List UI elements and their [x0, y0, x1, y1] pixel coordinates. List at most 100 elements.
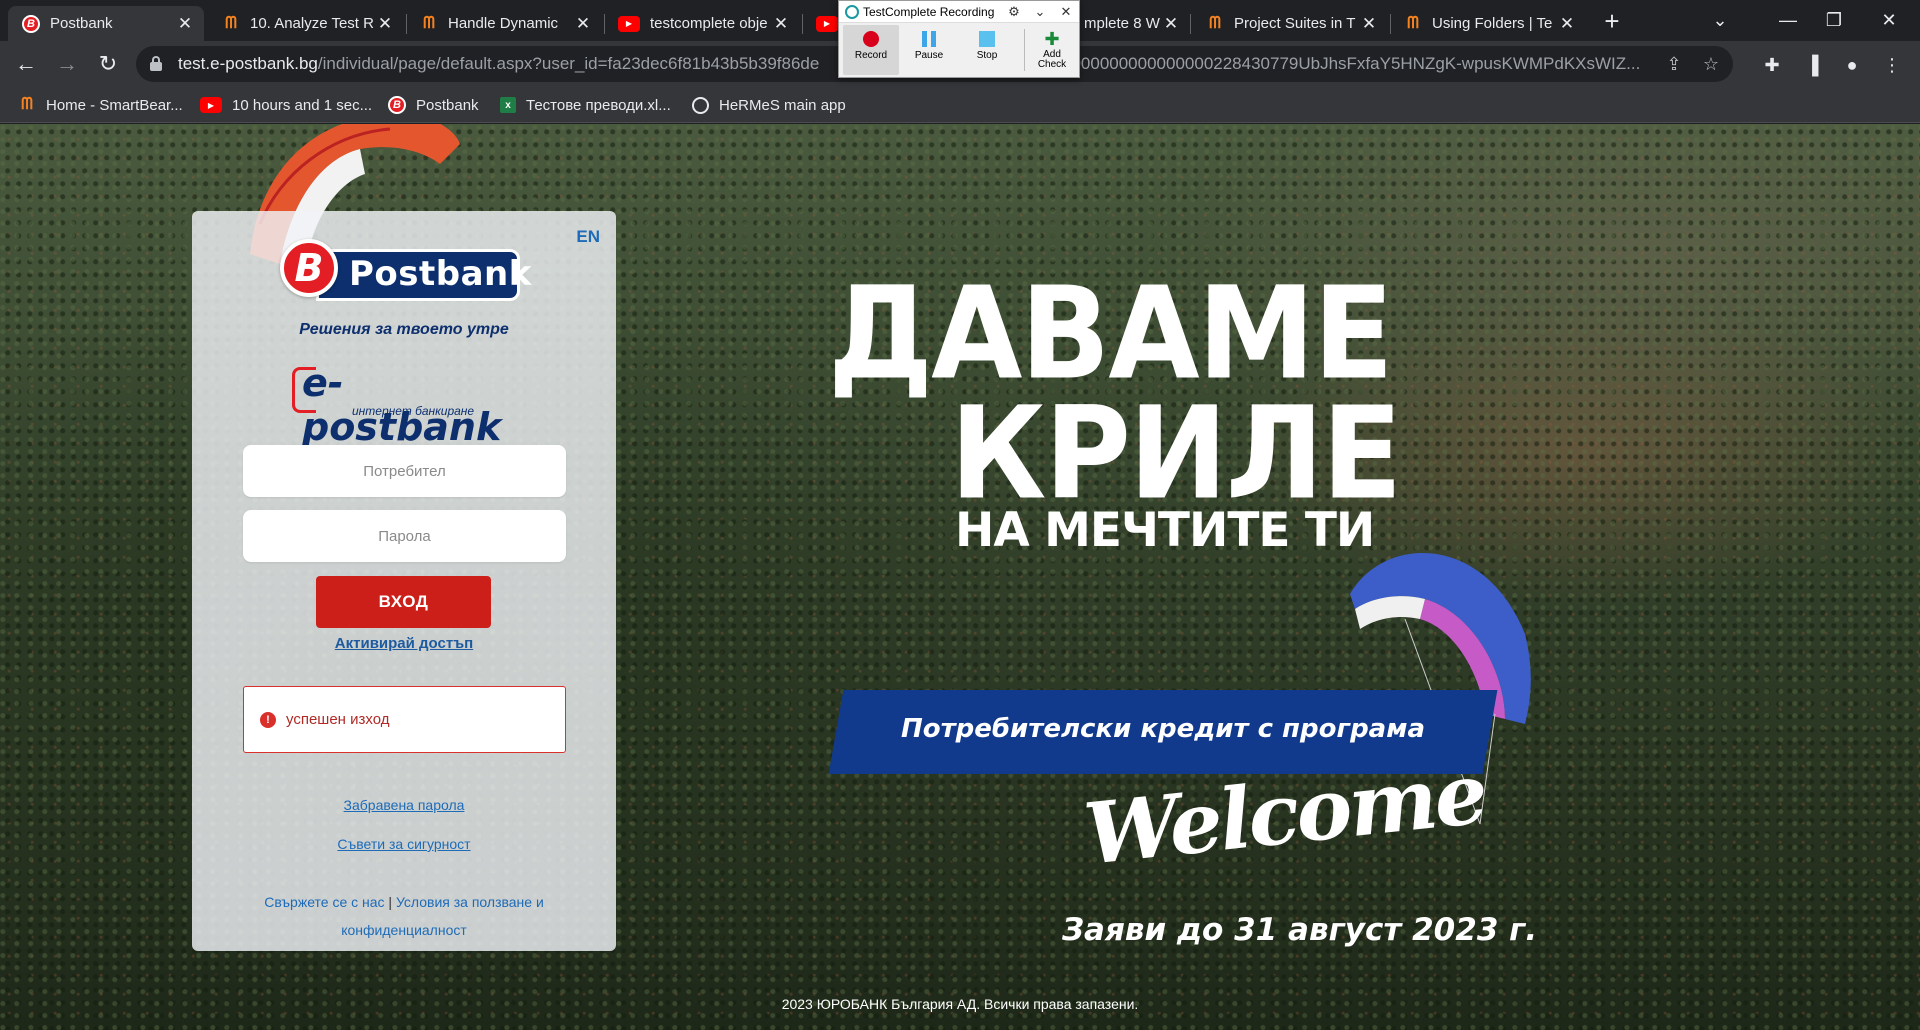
exclamation-icon: ! [260, 711, 276, 728]
bookmark-label: 10 hours and 1 sec... [232, 96, 373, 114]
minimize-button[interactable]: — [1765, 4, 1811, 36]
stop-icon [979, 31, 995, 47]
close-icon[interactable]: ✕ [772, 14, 790, 34]
add-check-button[interactable]: ✚ Add Check [1027, 25, 1077, 75]
tab-title: mplete 8 W [1084, 15, 1160, 32]
pause-label: Pause [914, 50, 944, 61]
bookmark-label: Тестове преводи.xl... [526, 96, 671, 114]
e-postbank-logo: e-postbank интернет банкиране [292, 361, 532, 449]
tab-search-chevron-icon[interactable]: ⌄ [1697, 4, 1743, 36]
new-tab-button[interactable]: + [1599, 8, 1625, 34]
restore-button[interactable]: ❐ [1811, 4, 1857, 36]
smartbear-icon: ᗰ [1209, 14, 1221, 32]
close-icon[interactable]: ✕ [176, 14, 194, 34]
testcomplete-recording-panel: TestComplete Recording ⚙ ⌄ ✕ Record Paus… [838, 0, 1080, 78]
url-host: test.e-postbank.bg [178, 54, 318, 73]
bookmarks-bar: ᗰ Home - SmartBear... ▶ 10 hours and 1 s… [0, 87, 1920, 123]
record-button[interactable]: Record [843, 25, 899, 75]
forgot-password-link[interactable]: Забравена парола [192, 797, 616, 813]
tab-handle-dynamic[interactable]: ᗰ Handle Dynamic ✕ [406, 6, 602, 41]
e-postbank-subtitle: интернет банкиране [352, 404, 475, 418]
back-button[interactable]: ← [10, 48, 42, 80]
url-tail: 0000000000000000228430779UbJhsFxfaY5HNZg… [1062, 54, 1641, 73]
tab-title: Handle Dynamic [448, 15, 559, 32]
hero-headline-line-3: НА МЕЧТИТЕ ТИ [955, 503, 1375, 558]
youtube-icon: ▶ [200, 97, 222, 113]
url-path: /individual/page/default.aspx?user_id=fa… [317, 54, 820, 73]
close-icon[interactable]: ✕ [1053, 4, 1079, 20]
bookmark-star-icon[interactable]: ☆ [1700, 53, 1722, 75]
record-icon [863, 31, 879, 47]
close-icon[interactable]: ✕ [1162, 14, 1180, 34]
bookmark-hermes[interactable]: HeRMeS main app [692, 93, 846, 117]
bookmark-smartbear-home[interactable]: ᗰ Home - SmartBear... [18, 93, 183, 117]
close-icon[interactable]: ✕ [1360, 14, 1378, 34]
toolbar-divider [1024, 29, 1025, 71]
hero-headline-line-2: КРИЛЕ [950, 378, 1402, 528]
smartbear-icon: ᗰ [1407, 14, 1419, 32]
youtube-icon: ▶ [816, 15, 838, 32]
lock-icon[interactable] [150, 56, 162, 71]
password-input[interactable] [243, 510, 566, 562]
tab-postbank[interactable]: B Postbank ✕ [8, 6, 204, 41]
language-switch-link[interactable]: EN [576, 227, 600, 247]
tab-divider [1190, 14, 1191, 34]
username-input[interactable] [243, 445, 566, 497]
add-check-icon: ✚ [1044, 29, 1060, 49]
smartbear-icon: ᗰ [21, 96, 33, 113]
gear-icon[interactable]: ⚙ [1001, 4, 1027, 20]
login-button[interactable]: ВХОД [316, 576, 491, 628]
youtube-icon: ▶ [618, 15, 640, 32]
tab-title: Using Folders | Te [1432, 15, 1553, 32]
bookmark-excel-transfers[interactable]: x Тестове преводи.xl... [500, 93, 671, 117]
tab-analyze-test[interactable]: ᗰ 10. Analyze Test R ✕ [208, 6, 404, 41]
tab-title: Project Suites in T [1234, 15, 1356, 32]
forward-button[interactable]: → [51, 48, 83, 80]
testcomplete-title-bar[interactable]: TestComplete Recording ⚙ ⌄ ✕ [839, 1, 1079, 23]
chevron-down-icon[interactable]: ⌄ [1027, 4, 1053, 20]
promo-banner-text: Потребителски кредит с програма [900, 714, 1426, 744]
close-icon[interactable]: ✕ [574, 14, 592, 34]
share-icon[interactable]: ⇪ [1663, 53, 1685, 75]
postbank-logo: Postbank B [280, 239, 531, 309]
add-check-label-2: Check [1037, 59, 1067, 70]
link-divider: | [388, 894, 393, 910]
testcomplete-logo-icon [845, 4, 859, 19]
stop-button[interactable]: Stop [959, 25, 1015, 75]
logo-wordmark: Postbank [349, 254, 532, 294]
postbank-icon: B [388, 96, 406, 114]
bookmark-label: Home - SmartBear... [46, 96, 183, 114]
excel-icon: x [500, 97, 516, 113]
bookmark-youtube-10-hours[interactable]: ▶ 10 hours and 1 sec... [200, 93, 372, 117]
reload-button[interactable]: ↻ [92, 48, 124, 80]
stop-label: Stop [976, 50, 998, 61]
close-window-button[interactable]: ✕ [1866, 4, 1912, 36]
login-panel: EN Postbank B Решения за твоето утре e-p… [192, 211, 616, 951]
bookmark-postbank[interactable]: B Postbank [388, 93, 479, 117]
security-tips-link[interactable]: Съвети за сигурност [192, 836, 616, 852]
tab-project-suites[interactable]: ᗰ Project Suites in T ✕ [1192, 6, 1388, 41]
smartbear-icon: ᗰ [423, 14, 435, 32]
tab-title: testcomplete obje [650, 15, 768, 32]
bookmark-label: Postbank [416, 96, 479, 114]
pause-button[interactable]: Pause [901, 25, 957, 75]
footer-links: Свържете се с нас | Условия за ползване … [232, 888, 576, 944]
extensions-puzzle-icon[interactable]: ✚ [1760, 53, 1784, 77]
bookmark-label: HeRMeS main app [719, 96, 846, 114]
tab-youtube-hidden[interactable]: ▶ [802, 6, 842, 41]
side-panel-icon[interactable]: ▐ [1800, 53, 1824, 77]
contact-us-link[interactable]: Свържете се с нас [264, 894, 384, 910]
record-label: Record [854, 50, 888, 61]
close-icon[interactable]: ✕ [1558, 14, 1576, 34]
tab-using-folders[interactable]: ᗰ Using Folders | Te ✕ [1390, 6, 1586, 41]
menu-kebab-icon[interactable]: ⋮ [1880, 53, 1904, 77]
tab-testcomplete-youtube[interactable]: ▶ testcomplete obje ✕ [604, 6, 800, 41]
logout-success-alert: ! успешен изход [243, 686, 566, 753]
tab-title: 10. Analyze Test R [250, 15, 374, 32]
activate-access-link[interactable]: Активирай достъп [192, 635, 616, 652]
close-icon[interactable]: ✕ [376, 14, 394, 34]
globe-icon [692, 96, 709, 114]
profile-icon[interactable]: ● [1840, 53, 1864, 77]
smartbear-icon: ᗰ [225, 14, 237, 32]
logo-box: Postbank [316, 249, 531, 301]
